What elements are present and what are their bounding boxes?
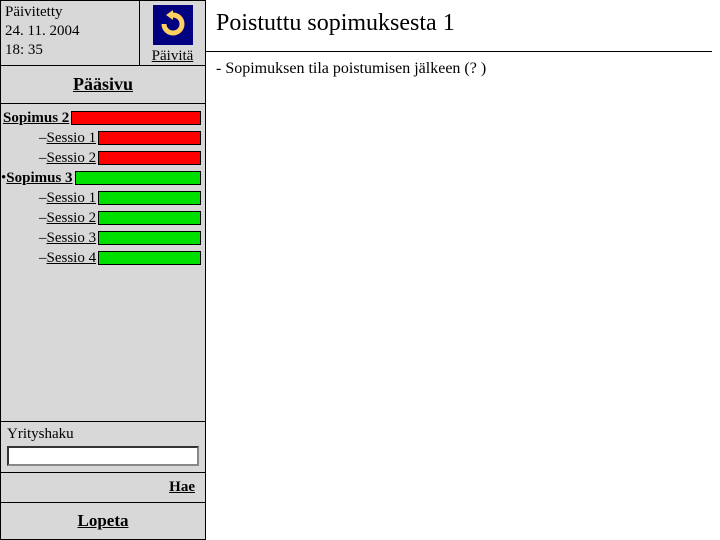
tree-row: – Sessio 1: [1, 128, 205, 148]
page-title: Poistuttu sopimuksesta 1: [216, 10, 712, 37]
main-link-row: Pääsivu: [1, 66, 205, 104]
refresh-icon[interactable]: [153, 5, 193, 45]
tree-row: – Sessio 4: [1, 248, 205, 268]
quit-row: Lopeta: [1, 503, 205, 539]
tree-row: – Sessio 2: [1, 208, 205, 228]
contract-tree: Sopimus 2– Sessio 1– Sessio 2• Sopimus 3…: [1, 104, 205, 422]
search-label: Yrityshaku: [7, 426, 199, 443]
tree-prefix: –: [39, 130, 47, 147]
updated-label: Päivitetty: [5, 3, 135, 22]
tree-session-link[interactable]: Sessio 2: [47, 210, 97, 227]
tree-contract-link[interactable]: Sopimus 2: [3, 110, 69, 127]
tree-prefix: –: [39, 210, 47, 227]
status-bar: [98, 131, 201, 145]
tree-row: – Sessio 2: [1, 148, 205, 168]
tree-session-link[interactable]: Sessio 2: [47, 150, 97, 167]
main-body-text: - Sopimuksen tila poistumisen jälkeen (?…: [216, 60, 712, 78]
tree-prefix: –: [39, 150, 47, 167]
app-root: Päivitetty 24. 11. 2004 18: 35 Päivitä P…: [0, 0, 720, 540]
tree-prefix: –: [39, 190, 47, 207]
tree-session-link[interactable]: Sessio 1: [47, 190, 97, 207]
search-area: Yrityshaku: [1, 422, 205, 473]
search-button[interactable]: Hae: [169, 479, 195, 495]
tree-row: • Sopimus 3: [1, 168, 205, 188]
sidebar-top-row: Päivitetty 24. 11. 2004 18: 35 Päivitä: [1, 1, 205, 66]
status-bar: [98, 231, 201, 245]
tree-row: – Sessio 3: [1, 228, 205, 248]
status-bar: [98, 251, 201, 265]
sidebar: Päivitetty 24. 11. 2004 18: 35 Päivitä P…: [0, 0, 206, 540]
tree-prefix: –: [39, 250, 47, 267]
status-bar: [98, 151, 201, 165]
search-button-row: Hae: [1, 473, 205, 503]
status-bar: [75, 171, 201, 185]
updated-time: 18: 35: [5, 41, 135, 60]
status-bar: [98, 191, 201, 205]
refresh-link[interactable]: Päivitä: [152, 48, 194, 65]
tree-row: – Sessio 1: [1, 188, 205, 208]
quit-link[interactable]: Lopeta: [78, 511, 129, 530]
status-bar: [71, 111, 201, 125]
updated-box: Päivitetty 24. 11. 2004 18: 35: [1, 1, 139, 65]
tree-prefix: –: [39, 230, 47, 247]
title-divider: [206, 51, 712, 52]
tree-session-link[interactable]: Sessio 1: [47, 130, 97, 147]
refresh-cell: Päivitä: [139, 1, 205, 65]
tree-row: Sopimus 2: [1, 108, 205, 128]
tree-session-link[interactable]: Sessio 3: [47, 230, 97, 247]
tree-contract-link[interactable]: Sopimus 3: [6, 170, 72, 187]
search-input[interactable]: [7, 446, 199, 466]
status-bar: [98, 211, 201, 225]
updated-date: 24. 11. 2004: [5, 22, 135, 41]
main-page-link[interactable]: Pääsivu: [73, 74, 133, 94]
main-panel: Poistuttu sopimuksesta 1 - Sopimuksen ti…: [206, 0, 720, 540]
tree-session-link[interactable]: Sessio 4: [47, 250, 97, 267]
